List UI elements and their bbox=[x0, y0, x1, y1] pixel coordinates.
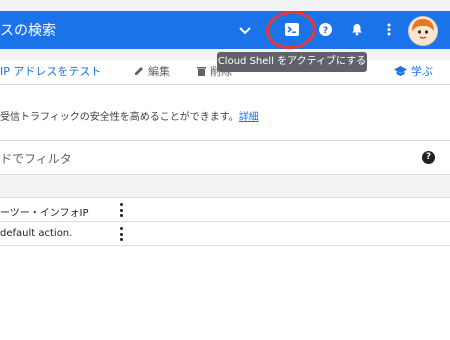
divider bbox=[0, 197, 450, 198]
edit-button[interactable]: 編集 bbox=[134, 63, 170, 79]
filter-help-icon[interactable]: ? bbox=[422, 151, 435, 164]
learn-button[interactable]: 学ぶ bbox=[394, 63, 433, 79]
table-row-label: default action. bbox=[0, 228, 73, 239]
delete-button[interactable]: 削除 bbox=[197, 63, 232, 79]
info-text: 受信トラフィックの安全性を高めることができます。 bbox=[0, 112, 239, 123]
test-ip-button[interactable]: IP アドレスをテスト bbox=[0, 63, 101, 79]
search-input-text[interactable]: スの検索 bbox=[0, 20, 56, 40]
delete-label: 削除 bbox=[210, 65, 232, 78]
divider bbox=[0, 245, 450, 246]
svg-text:?: ? bbox=[322, 26, 327, 36]
learn-label: 学ぶ bbox=[411, 65, 433, 78]
divider bbox=[0, 140, 450, 141]
bell-icon bbox=[352, 23, 362, 35]
top-bar: スの検索 ? bbox=[0, 0, 450, 60]
row-actions-icon[interactable] bbox=[118, 203, 124, 217]
edit-label: 編集 bbox=[148, 65, 170, 78]
filter-input[interactable]: ドでフィルタ bbox=[0, 150, 72, 167]
avatar[interactable] bbox=[408, 16, 438, 46]
more-vert-icon bbox=[387, 23, 391, 35]
action-bar: IP アドレスをテスト 編集 削除 学ぶ bbox=[0, 60, 450, 80]
divider bbox=[0, 221, 450, 222]
table-header bbox=[0, 175, 450, 197]
help-button[interactable]: ? bbox=[314, 18, 336, 40]
pencil-icon bbox=[135, 67, 143, 75]
table-row-label: ーツー・インフォIP bbox=[0, 208, 89, 219]
row-actions-icon[interactable] bbox=[118, 227, 124, 241]
more-options-button[interactable] bbox=[378, 18, 400, 40]
avatar-image bbox=[409, 17, 437, 45]
test-ip-label: IP アドレスをテスト bbox=[0, 65, 102, 78]
notifications-button[interactable] bbox=[346, 18, 368, 40]
info-message: 受信トラフィックの安全性を高めることができます。詳細 bbox=[0, 108, 259, 123]
chevron-down-icon[interactable] bbox=[238, 24, 252, 38]
help-icon: ? bbox=[318, 22, 332, 36]
trash-icon bbox=[197, 67, 206, 76]
divider bbox=[0, 84, 450, 85]
school-icon bbox=[394, 66, 407, 76]
details-link[interactable]: 詳細 bbox=[239, 112, 259, 123]
